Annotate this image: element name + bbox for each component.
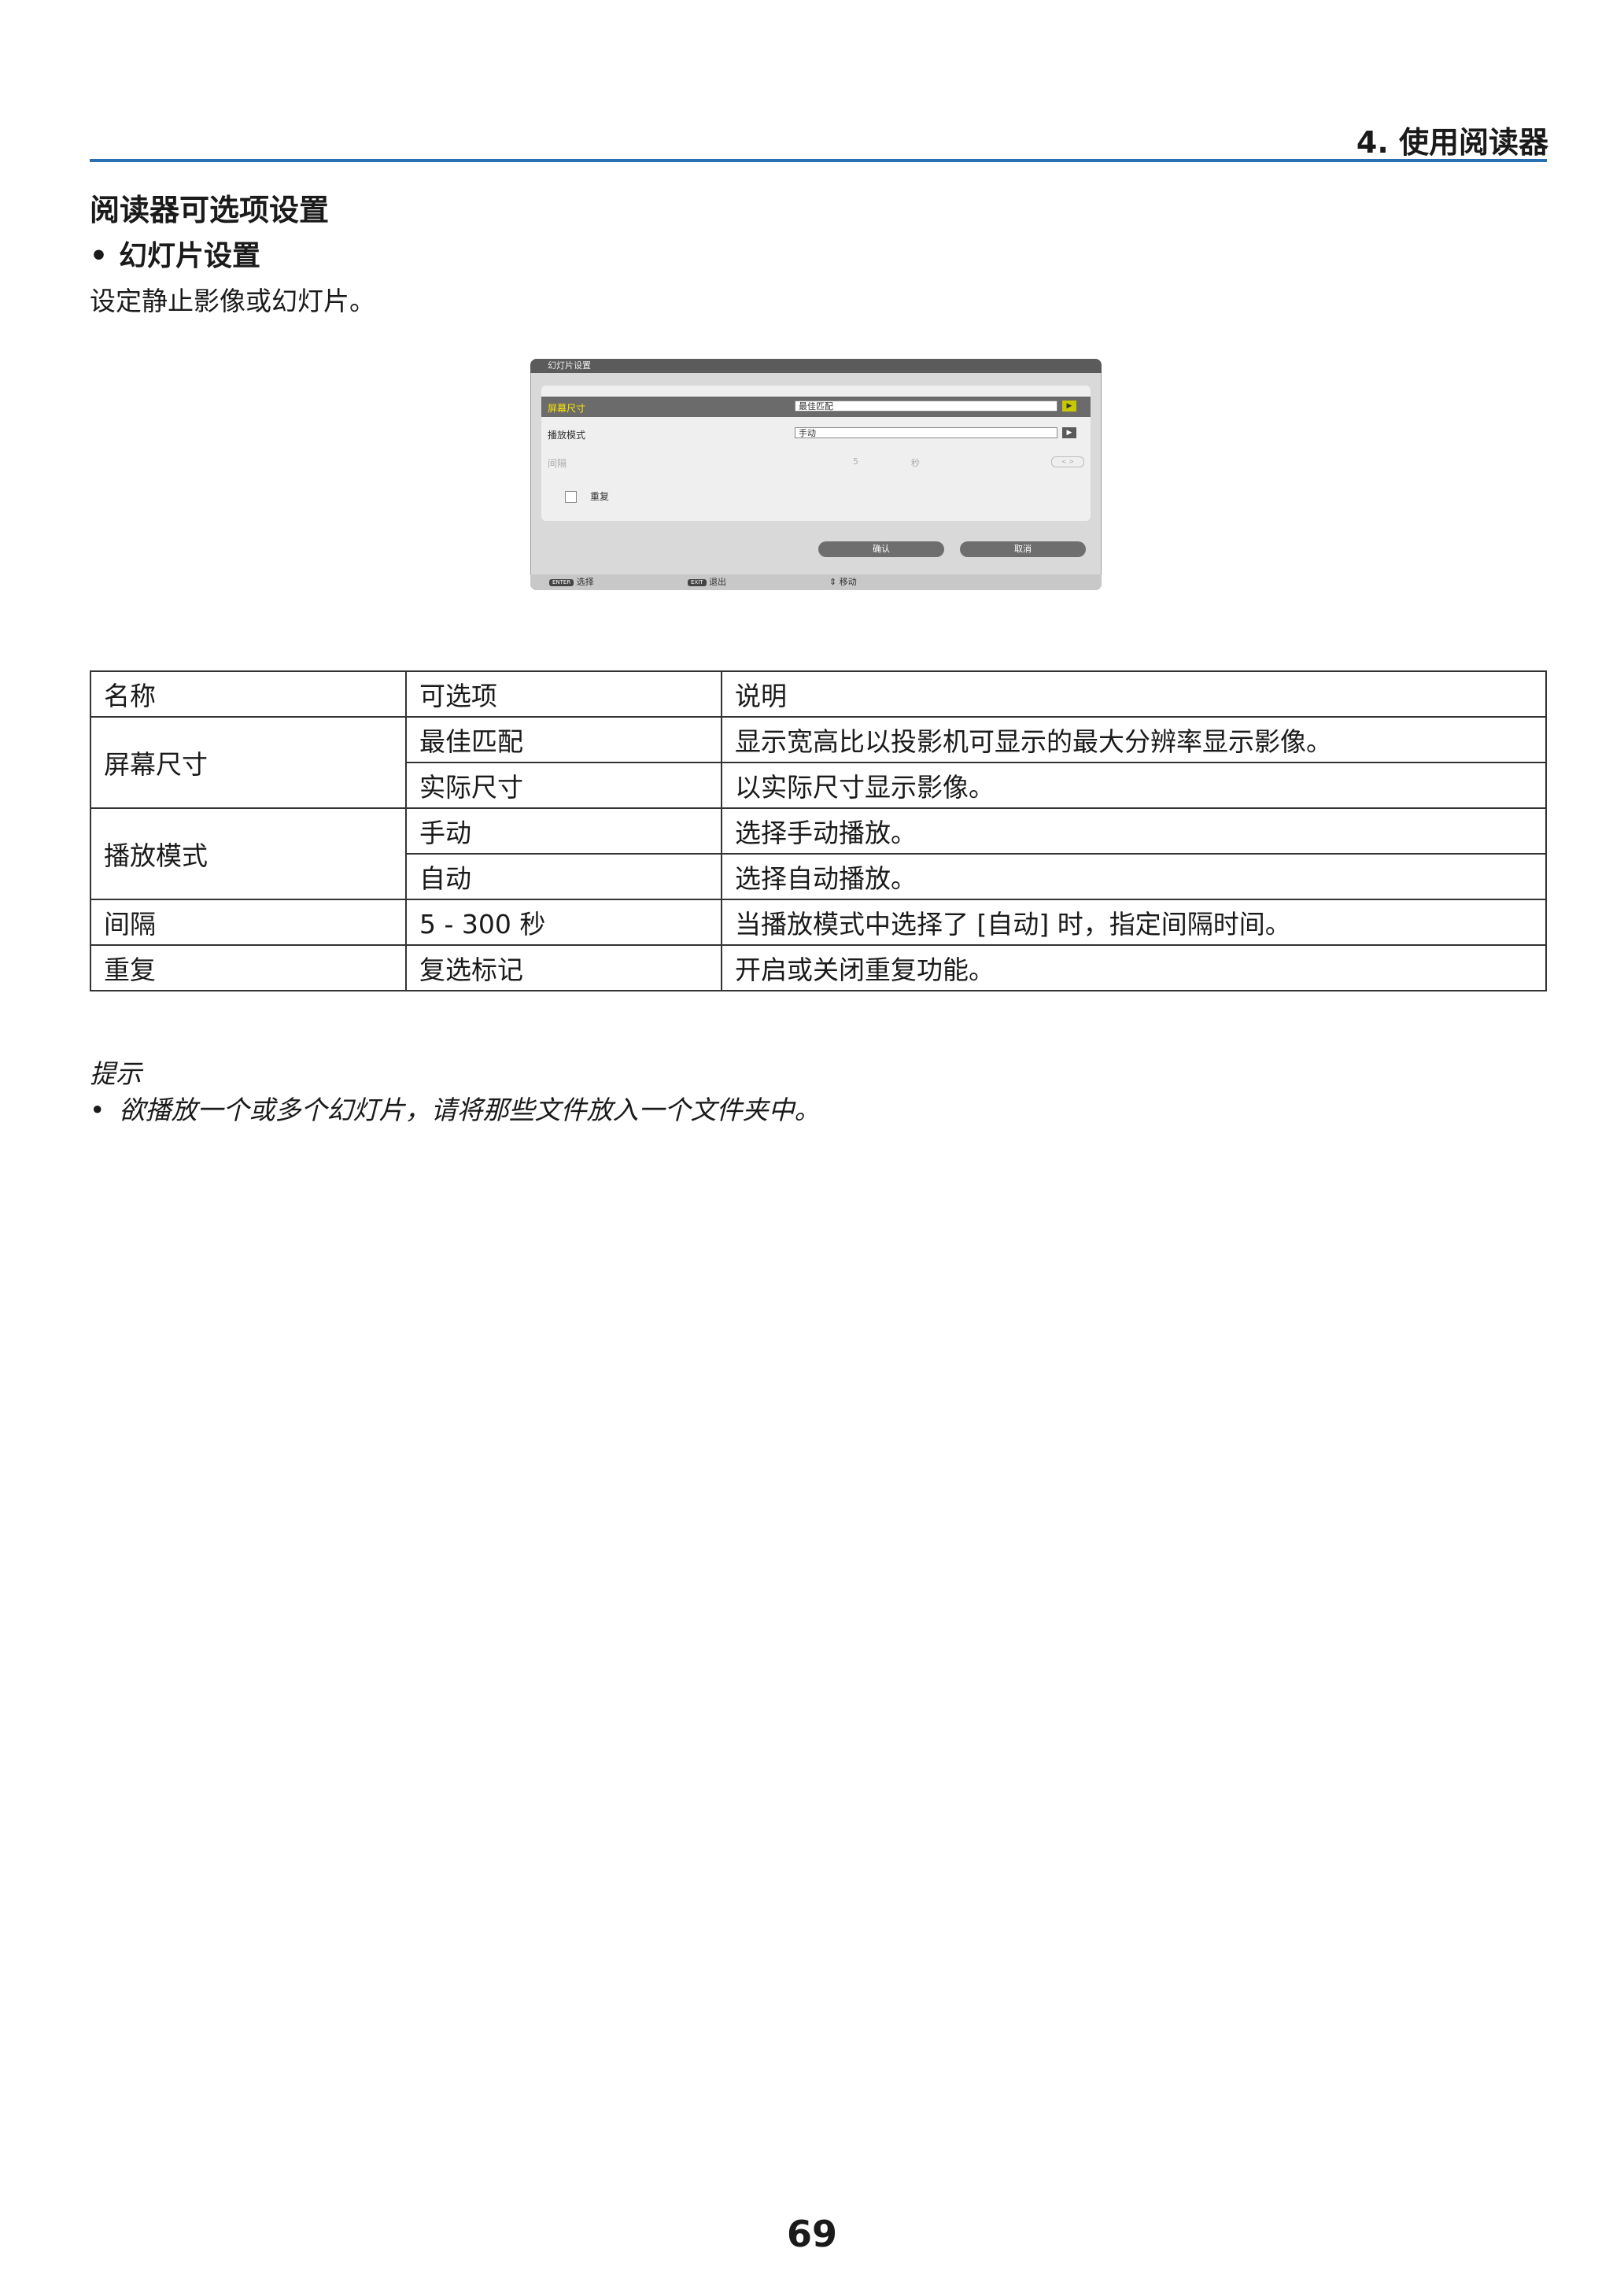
enter-hint-label: 选择 [576, 577, 594, 587]
table-row: 屏幕尺寸 最佳匹配 显示宽高比以投影机可显示的最大分辨率显示影像。 [90, 716, 1547, 809]
enter-key-icon: ENTER [549, 578, 574, 586]
dialog-panel: 屏幕尺寸 最佳匹配 ▶ 播放模式 手动 ▶ 间隔 5 秒 < > [541, 386, 1091, 521]
tip-text: • 欲播放一个或多个幻灯片，请将那些文件放入一个文件夹中。 [90, 1089, 820, 1127]
tip-bullet: • [90, 1095, 105, 1125]
dialog-title: 幻灯片设置 [530, 359, 1102, 373]
play-mode-value[interactable]: 手动 [795, 427, 1057, 438]
interval-label: 间隔 [548, 458, 567, 469]
bullet: • [90, 240, 109, 272]
exit-key-icon: EXIT [688, 578, 707, 586]
table-cell-option: 自动 [405, 853, 722, 900]
tip-title: 提示 [90, 1058, 142, 1089]
table-cell-description: 选择手动播放。 [721, 807, 1547, 855]
dialog-footer: ENTER 选择 EXIT 退出 ⇕ 移动 [530, 574, 1102, 590]
play-mode-arrow-icon[interactable]: ▶ [1062, 427, 1076, 438]
repeat-checkbox[interactable] [565, 491, 577, 503]
screen-size-arrow-icon[interactable]: ▶ [1062, 401, 1076, 412]
table-row: 间隔 5 - 300 秒 当播放模式中选择了 [自动] 时，指定间隔时间。 [90, 899, 1547, 946]
table-cell-description: 选择自动播放。 [721, 853, 1547, 900]
enter-hint: ENTER 选择 [549, 574, 594, 590]
exit-hint: EXIT 退出 [688, 574, 726, 590]
slideshow-dialog: 幻灯片设置 屏幕尺寸 最佳匹配 ▶ 播放模式 手动 ▶ 间隔 5 秒 < > 重… [530, 359, 1102, 590]
screen-size-label: 屏幕尺寸 [548, 403, 586, 414]
header-cell-name: 名称 [90, 670, 407, 718]
screen-size-value[interactable]: 最佳匹配 [795, 401, 1057, 412]
table-cell-description: 以实际尺寸显示影像。 [721, 762, 1547, 809]
play-mode-label: 播放模式 [548, 430, 586, 441]
interval-number: 5 [853, 456, 858, 467]
table-cell-option: 实际尺寸 [405, 762, 722, 809]
table-cell-name: 屏幕尺寸 [90, 716, 407, 809]
intro-text: 设定静止影像或幻灯片。 [90, 286, 375, 316]
table-cell-name: 播放模式 [90, 807, 407, 900]
table-header-row: 名称 可选项 说明 [90, 670, 1547, 718]
subsection-title: • 幻灯片设置 [90, 233, 260, 274]
repeat-label: 重复 [590, 491, 610, 502]
chapter-header: 4. 使用阅读器 [1356, 125, 1548, 160]
interval-unit: 秒 [911, 458, 920, 468]
move-hint-label: 移动 [839, 577, 857, 587]
header-cell-options: 可选项 [405, 670, 722, 718]
tip-body: 欲播放一个或多个幻灯片，请将那些文件放入一个文件夹中。 [119, 1095, 821, 1125]
table-cell-description: 显示宽高比以投影机可显示的最大分辨率显示影像。 [721, 716, 1547, 763]
header-cell-description: 说明 [721, 670, 1547, 718]
table-row: 播放模式 手动 选择手动播放。 [90, 807, 1547, 900]
table-cell-description: 当播放模式中选择了 [自动] 时，指定间隔时间。 [721, 899, 1547, 946]
table-cell-option: 复选标记 [405, 944, 722, 991]
move-arrows-icon: ⇕ [829, 577, 837, 587]
options-table: 名称 可选项 说明 屏幕尺寸 最佳匹配 显示宽高比以投影机可显示的最大分辨率显示… [90, 670, 1547, 991]
table-cell-option: 手动 [405, 807, 722, 855]
table-row: 重复 复选标记 开启或关闭重复功能。 [90, 944, 1547, 991]
table-cell-option: 5 - 300 秒 [405, 899, 722, 946]
page-number: 69 [786, 2213, 837, 2255]
screen-size-row[interactable]: 屏幕尺寸 最佳匹配 ▶ [541, 397, 1091, 417]
ok-button[interactable]: 确认 [818, 541, 944, 557]
section-title: 阅读器可选项设置 [90, 193, 330, 227]
subsection-title-text: 幻灯片设置 [119, 240, 261, 272]
interval-spinner: < > [1051, 456, 1084, 467]
table-cell-name: 间隔 [90, 899, 407, 946]
play-mode-row[interactable]: 播放模式 手动 ▶ [541, 423, 1091, 444]
table-cell-option: 最佳匹配 [405, 716, 722, 763]
move-hint: ⇕ 移动 [829, 574, 857, 590]
table-cell-name: 重复 [90, 944, 407, 991]
cancel-button[interactable]: 取消 [960, 541, 1086, 557]
interval-row: 间隔 5 秒 < > [541, 452, 1091, 472]
table-cell-description: 开启或关闭重复功能。 [721, 944, 1547, 991]
header-rule [90, 159, 1547, 162]
exit-hint-label: 退出 [709, 577, 727, 587]
